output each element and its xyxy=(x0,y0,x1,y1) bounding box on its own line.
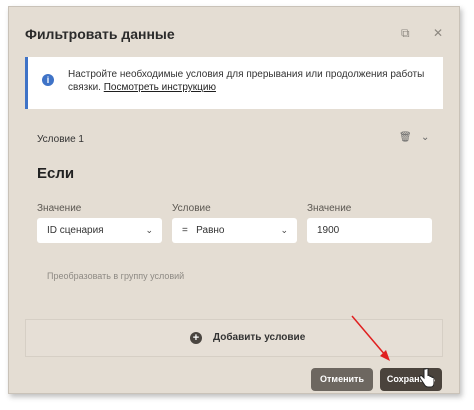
clone-icon[interactable]: ⧉ xyxy=(401,27,410,39)
field-label-value: Значение xyxy=(37,203,82,214)
chevron-down-icon[interactable]: ⌄ xyxy=(421,132,429,143)
field-label-value-2: Значение xyxy=(307,203,352,214)
add-condition-label: Добавить условие xyxy=(213,332,306,343)
convert-to-group-link[interactable]: Преобразовать в группу условий xyxy=(47,271,184,281)
operator-value: = Равно xyxy=(182,225,225,236)
field-label-condition: Условие xyxy=(172,203,211,214)
condition-label: Условие 1 xyxy=(37,134,84,145)
close-icon[interactable]: ✕ xyxy=(433,27,443,39)
info-banner: i Настройте необходимые условия для прер… xyxy=(25,57,443,109)
scenario-id-value: ID сценария xyxy=(47,225,104,236)
value-text: 1900 xyxy=(317,225,340,236)
scenario-id-select[interactable]: ID сценария ⌄ xyxy=(37,218,162,243)
dialog-title: Фильтровать данные xyxy=(25,26,175,42)
instruction-link[interactable]: Посмотреть инструкцию xyxy=(104,82,216,93)
value-input[interactable]: 1900 xyxy=(307,218,432,243)
info-icon: i xyxy=(42,74,54,86)
trash-icon[interactable]: 🗑 xyxy=(399,132,412,143)
annotation-arrow xyxy=(351,315,390,361)
info-text: Настройте необходимые условия для прерыв… xyxy=(68,68,428,94)
operator-select[interactable]: = Равно ⌄ xyxy=(172,218,297,243)
if-heading: Если xyxy=(37,165,75,182)
chevron-down-icon: ⌄ xyxy=(145,225,153,235)
hand-cursor-icon xyxy=(419,368,434,388)
chevron-down-icon: ⌄ xyxy=(280,225,288,235)
plus-icon: + xyxy=(190,332,202,344)
cancel-button[interactable]: Отменить xyxy=(311,368,373,391)
